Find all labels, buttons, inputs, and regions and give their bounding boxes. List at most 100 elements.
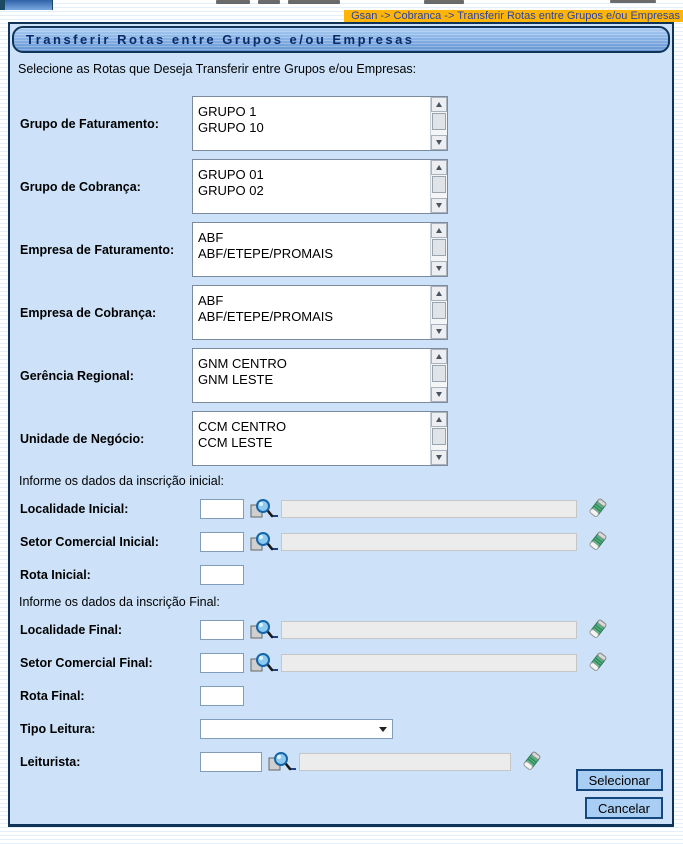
localidade-final-lookup-button[interactable] xyxy=(249,618,274,645)
selecionar-button[interactable]: Selecionar xyxy=(575,769,663,791)
leiturista-clear-button[interactable] xyxy=(520,751,542,773)
localidade-inicial-lookup-button[interactable] xyxy=(249,497,274,521)
leiturista-description xyxy=(299,752,511,771)
listbox-option[interactable]: GNM LESTE xyxy=(198,372,430,388)
clipped-text-artifact xyxy=(424,0,464,4)
rota-inicial-input[interactable] xyxy=(200,564,244,585)
listbox-option[interactable]: ABF/ETEPE/PROMAIS xyxy=(198,246,430,262)
listbox-scrollbar[interactable] xyxy=(430,223,447,276)
final-section-header: Informe os dados da inscrição Final: xyxy=(19,595,220,609)
unidade-negocio-listbox[interactable]: CCM CENTRO CCM LESTE xyxy=(192,411,448,466)
listbox-option[interactable]: ABF xyxy=(198,293,430,309)
magnifier-icon xyxy=(249,531,274,557)
setor-comercial-inicial-input[interactable] xyxy=(200,531,244,552)
listbox-scrollbar[interactable] xyxy=(430,160,447,213)
listbox-option[interactable]: GRUPO 01 xyxy=(198,167,430,183)
listbox-option[interactable]: ABF xyxy=(198,230,430,246)
empresa-cobranca-label: Empresa de Cobrança: xyxy=(20,305,157,320)
localidade-inicial-input[interactable] xyxy=(200,498,244,519)
empresa-faturamento-label: Empresa de Faturamento: xyxy=(20,242,175,257)
localidade-inicial-description xyxy=(281,499,577,518)
listbox-option[interactable]: CCM LESTE xyxy=(198,435,430,451)
setor-comercial-inicial-description xyxy=(281,532,577,551)
scrollbar-thumb[interactable] xyxy=(432,113,446,130)
localidade-inicial-clear-button[interactable] xyxy=(586,498,608,520)
scrollbar-thumb[interactable] xyxy=(432,239,446,256)
grupo-faturamento-listbox[interactable]: GRUPO 1 GRUPO 10 xyxy=(192,96,448,151)
scroll-up-arrow-icon[interactable] xyxy=(431,160,447,175)
empresa-faturamento-listbox[interactable]: ABF ABF/ETEPE/PROMAIS xyxy=(192,222,448,277)
scroll-up-arrow-icon[interactable] xyxy=(431,412,447,427)
gerencia-regional-listbox[interactable]: GNM CENTRO GNM LESTE xyxy=(192,348,448,403)
scroll-down-arrow-icon[interactable] xyxy=(431,135,447,150)
listbox-scrollbar[interactable] xyxy=(430,97,447,150)
lookup-link-underscore xyxy=(291,767,296,770)
row-leiturista: Leiturista: xyxy=(20,749,666,774)
lookup-link-underscore xyxy=(273,668,278,671)
scrollbar-thumb[interactable] xyxy=(432,176,446,193)
leiturista-lookup-button[interactable] xyxy=(267,750,292,774)
setor-comercial-final-input[interactable] xyxy=(200,652,244,673)
setor-comercial-final-label: Setor Comercial Final: xyxy=(20,655,153,670)
grupo-cobranca-listbox[interactable]: GRUPO 01 GRUPO 02 xyxy=(192,159,448,214)
setor-comercial-inicial-label: Setor Comercial Inicial: xyxy=(20,534,159,549)
lookup-link-underscore xyxy=(273,635,278,638)
listbox-scrollbar[interactable] xyxy=(430,286,447,339)
row-empresa-cobranca: Empresa de Cobrança: ABF ABF/ETEPE/PROMA… xyxy=(20,285,666,340)
magnifier-icon xyxy=(249,619,274,645)
row-empresa-faturamento: Empresa de Faturamento: ABF ABF/ETEPE/PR… xyxy=(20,222,666,277)
row-unidade-negocio: Unidade de Negócio: CCM CENTRO CCM LESTE xyxy=(20,411,666,466)
listbox-option[interactable]: GRUPO 10 xyxy=(198,120,430,136)
scroll-up-arrow-icon[interactable] xyxy=(431,97,447,112)
tipo-leitura-select[interactable] xyxy=(200,718,393,739)
scroll-up-arrow-icon[interactable] xyxy=(431,223,447,238)
page-title: Transferir Rotas entre Grupos e/ou Empre… xyxy=(26,32,415,47)
transfer-routes-form-panel: Transferir Rotas entre Grupos e/ou Empre… xyxy=(8,22,674,827)
listbox-option[interactable]: GNM CENTRO xyxy=(198,356,430,372)
scroll-down-arrow-icon[interactable] xyxy=(431,198,447,213)
listbox-option[interactable]: GRUPO 1 xyxy=(198,104,430,120)
top-blue-bar xyxy=(5,0,53,10)
scrollbar-thumb[interactable] xyxy=(432,428,446,445)
scroll-down-arrow-icon[interactable] xyxy=(431,261,447,276)
chevron-down-icon xyxy=(379,726,387,732)
row-tipo-leitura: Tipo Leitura: xyxy=(20,716,666,741)
localidade-inicial-label: Localidade Inicial: xyxy=(20,501,129,516)
lookup-link-underscore xyxy=(273,514,278,517)
leiturista-input[interactable] xyxy=(200,751,262,772)
row-setor-comercial-final: Setor Comercial Final: xyxy=(20,650,666,675)
listbox-scrollbar[interactable] xyxy=(430,349,447,402)
scrollbar-thumb[interactable] xyxy=(432,365,446,382)
localidade-final-input[interactable] xyxy=(200,619,244,640)
scroll-down-arrow-icon[interactable] xyxy=(431,450,447,465)
setor-comercial-inicial-clear-button[interactable] xyxy=(586,531,608,553)
breadcrumb[interactable]: Gsan -> Cobranca -> Transferir Rotas ent… xyxy=(344,10,683,22)
row-rota-inicial: Rota Inicial: xyxy=(20,562,666,587)
unidade-negocio-label: Unidade de Negócio: xyxy=(20,431,145,446)
scrollbar-thumb[interactable] xyxy=(432,302,446,319)
form-action-buttons: Selecionar Cancelar xyxy=(575,769,663,819)
setor-comercial-final-lookup-button[interactable] xyxy=(249,651,274,675)
listbox-option[interactable]: GRUPO 02 xyxy=(198,183,430,199)
cancelar-button[interactable]: Cancelar xyxy=(584,797,663,819)
page-title-bar: Transferir Rotas entre Grupos e/ou Empre… xyxy=(12,26,670,53)
scroll-down-arrow-icon[interactable] xyxy=(431,324,447,339)
localidade-final-clear-button[interactable] xyxy=(586,619,608,641)
setor-comercial-inicial-lookup-button[interactable] xyxy=(249,530,274,557)
scroll-down-arrow-icon[interactable] xyxy=(431,387,447,402)
setor-comercial-final-description xyxy=(281,653,577,672)
rota-inicial-label: Rota Inicial: xyxy=(20,567,91,582)
listbox-option[interactable]: ABF/ETEPE/PROMAIS xyxy=(198,309,430,325)
listbox-option[interactable]: CCM CENTRO xyxy=(198,419,430,435)
row-localidade-final: Localidade Final: xyxy=(20,617,666,642)
empresa-cobranca-listbox[interactable]: ABF ABF/ETEPE/PROMAIS xyxy=(192,285,448,340)
gerencia-regional-label: Gerência Regional: xyxy=(20,368,134,383)
scroll-up-arrow-icon[interactable] xyxy=(431,349,447,364)
initial-section-header: Informe os dados da inscrição inicial: xyxy=(19,474,224,488)
rota-final-label: Rota Final: xyxy=(20,688,85,703)
grupo-faturamento-label: Grupo de Faturamento: xyxy=(20,116,159,131)
listbox-scrollbar[interactable] xyxy=(430,412,447,465)
setor-comercial-final-clear-button[interactable] xyxy=(586,652,608,674)
rota-final-input[interactable] xyxy=(200,685,244,706)
scroll-up-arrow-icon[interactable] xyxy=(431,286,447,301)
